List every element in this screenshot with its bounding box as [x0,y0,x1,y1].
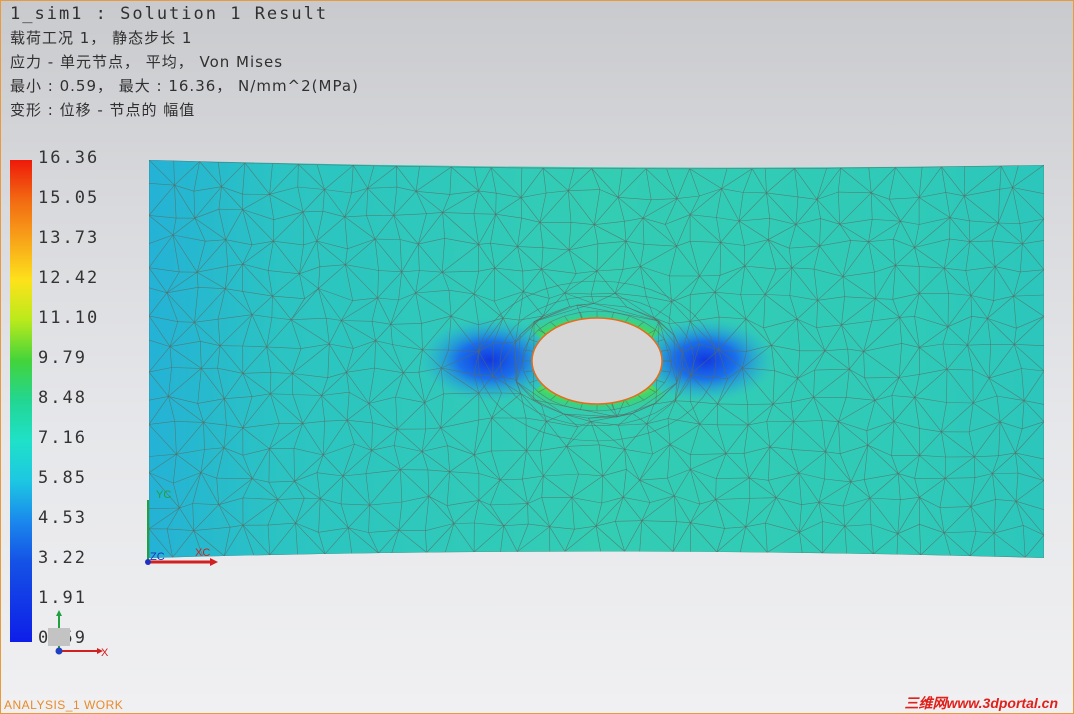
wcs-x-axis-label: X [101,647,109,659]
watermark-text: 三维网www.3dportal.cn [904,695,1059,711]
model-y-axis-label: YC [156,489,171,501]
status-label: ANALYSIS_1 WORK [4,698,124,712]
model-z-axis-label: ZC [150,551,165,563]
fea-model-plot[interactable]: XC ZC YC X [0,0,1074,714]
hole-outline [531,317,663,405]
wcs-origin-box [48,628,70,646]
model-x-axis-label: XC [195,547,210,559]
graphics-viewport[interactable]: 1_sim1 : Solution 1 Result 载荷工况 1， 静态步长 … [0,0,1074,714]
